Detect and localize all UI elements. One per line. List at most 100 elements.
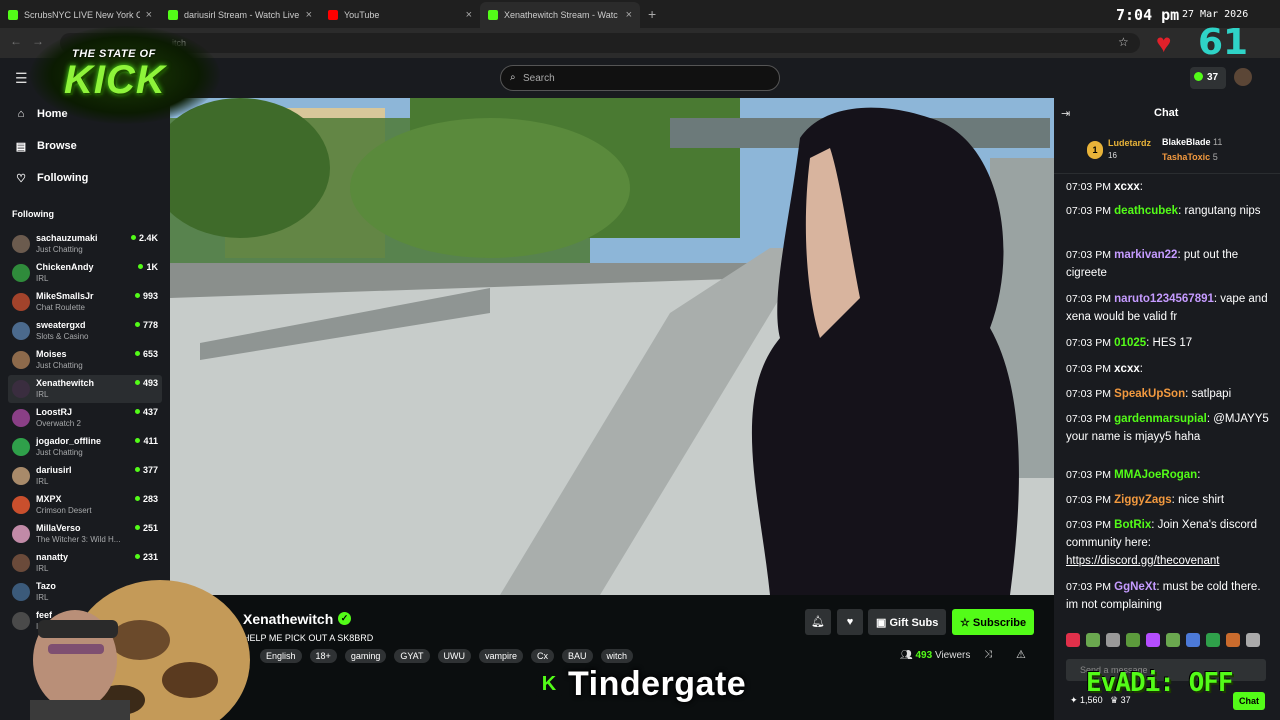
sidebar-item-following[interactable]: ♡ Following — [14, 168, 88, 188]
leader-name[interactable]: BlakeBlade 11 — [1162, 137, 1222, 147]
sidebar-channel-mxpx[interactable]: MXPX Crimson Desert 283 — [8, 491, 162, 519]
close-icon[interactable]: × — [306, 9, 312, 21]
channel-name: dariusirl — [36, 465, 72, 475]
message-user[interactable]: xcxx — [1114, 363, 1140, 375]
report-icon[interactable]: ⚠ — [1016, 648, 1026, 661]
close-icon[interactable]: × — [146, 9, 152, 21]
sidebar-channel-loostrj[interactable]: LoostRJ Overwatch 2 437 — [8, 404, 162, 432]
chat-header: ⇥ Chat — [1054, 98, 1280, 130]
following-heading: Following — [12, 209, 54, 219]
leader-name[interactable]: Ludetardz — [1108, 138, 1151, 148]
chat-message: 07:03 PM naruto1234567891: vape and xena… — [1066, 293, 1268, 323]
sidebar-channel-sachauzumaki[interactable]: sachauzumaki Just Chatting 2.4K — [8, 230, 162, 258]
stream-tag[interactable]: Cx — [531, 649, 555, 663]
clock-date: 27 Mar 2026 — [1182, 9, 1249, 20]
emote-icon[interactable] — [1106, 633, 1120, 647]
sidebar-channel-moises[interactable]: Moises Just Chatting 653 — [8, 346, 162, 374]
gift-subs-button[interactable]: ▣ Gift Subs — [868, 609, 946, 635]
sidebar-channel-millaverso[interactable]: MillaVerso The Witcher 3: Wild H... 251 — [8, 520, 162, 548]
live-dot-icon — [130, 235, 136, 240]
live-dot-icon — [134, 525, 140, 530]
emote-icon[interactable] — [1206, 633, 1220, 647]
avatar[interactable] — [1234, 68, 1252, 86]
message-user[interactable]: naruto1234567891 — [1114, 293, 1214, 305]
message-user[interactable]: GgNeXt — [1114, 581, 1156, 593]
stream-tag[interactable]: vampire — [479, 649, 524, 663]
notification-bell-button[interactable]: 🔔︎ — [805, 609, 831, 635]
sidebar-channel-xenathewitch[interactable]: Xenathewitch IRL 493 — [8, 375, 162, 403]
close-icon[interactable]: × — [626, 9, 632, 21]
sidebar-channel-dariusirl[interactable]: dariusirl IRL 377 — [8, 462, 162, 490]
message-user[interactable]: markivan22 — [1114, 249, 1177, 261]
url-field[interactable]: itch — [60, 33, 1140, 53]
kick-balance[interactable]: 37 — [1190, 67, 1226, 89]
channel-viewers: 493 — [134, 378, 158, 388]
search-input[interactable]: ⌕ Search — [500, 65, 780, 91]
message-user[interactable]: BotRix — [1114, 519, 1151, 531]
avatar — [12, 409, 30, 427]
emote-icon[interactable] — [1126, 633, 1140, 647]
stream-tag[interactable]: GYAT — [394, 649, 430, 663]
message-user[interactable]: deathcubek — [1114, 205, 1178, 217]
star-icon: ☆ — [960, 617, 973, 629]
message-text: satlpapi — [1191, 388, 1232, 400]
emote-icon[interactable] — [1226, 633, 1240, 647]
message-user[interactable]: MMAJoeRogan — [1114, 469, 1197, 481]
message-time: 07:03 PM — [1066, 494, 1111, 506]
video-player[interactable] — [170, 98, 1054, 595]
subscribe-button[interactable]: ☆ Subscribe — [952, 609, 1034, 635]
sidebar-item-browse[interactable]: ▤ Browse — [14, 136, 77, 156]
sidebar-channel-mikesmallsjr[interactable]: MikeSmallsJr Chat Roulette 993 — [8, 288, 162, 316]
message-user[interactable]: 01025 — [1114, 337, 1146, 349]
avatar — [12, 380, 30, 398]
message-user[interactable]: xcxx — [1114, 181, 1140, 193]
bookmark-star-icon[interactable]: ☆ — [1118, 35, 1129, 49]
browser-tab[interactable]: ScrubsNYC LIVE New York C × — [0, 2, 160, 28]
emote-icon[interactable] — [1166, 633, 1180, 647]
webcam-overlay — [0, 550, 290, 720]
stream-tag[interactable]: witch — [600, 649, 634, 663]
sidebar-channel-jogador_offline[interactable]: jogador_offline Just Chatting 411 — [8, 433, 162, 461]
message-time: 07:03 PM — [1066, 363, 1111, 375]
message-text: nice shirt — [1178, 494, 1225, 506]
share-icon[interactable]: ⤨ — [984, 649, 992, 660]
sidebar-channel-chickenandy[interactable]: ChickenAndy IRL 1K — [8, 259, 162, 287]
chat-message: 07:03 PM xcxx: — [1066, 181, 1143, 193]
emote-icon[interactable] — [1246, 633, 1260, 647]
follow-heart-button[interactable]: ♥ — [837, 609, 863, 635]
stream-tag[interactable]: BAU — [562, 649, 593, 663]
chat-send-button[interactable]: Chat — [1233, 692, 1265, 710]
stream-tag[interactable]: UWU — [437, 649, 472, 663]
message-time: 07:03 PM — [1066, 519, 1111, 531]
collapse-chat-icon[interactable]: ⇥ — [1061, 107, 1070, 120]
kick-icon — [168, 10, 178, 20]
browser-tab[interactable]: dariusirl Stream - Watch Live on × — [160, 2, 320, 28]
browser-tab-bar: ScrubsNYC LIVE New York C × dariusirl St… — [0, 0, 1280, 28]
avatar — [12, 264, 30, 282]
state-of-kick-logo: THE STATE OF KICK — [30, 26, 220, 124]
subscribe-label: Subscribe — [972, 617, 1027, 629]
message-user[interactable]: gardenmarsupial — [1114, 413, 1207, 425]
message-link[interactable]: https://discord.gg/thecovenant — [1066, 555, 1219, 567]
avatar — [12, 467, 30, 485]
browser-tab[interactable]: YouTube × — [320, 2, 480, 28]
live-dot-icon — [138, 264, 144, 269]
leader-name[interactable]: TashaToxic 5 — [1162, 152, 1218, 162]
close-icon[interactable]: × — [466, 9, 472, 21]
emote-icon[interactable] — [1086, 633, 1100, 647]
tab-title: Xenathewitch Stream - Watc — [504, 10, 618, 20]
menu-icon[interactable]: ☰ — [15, 70, 28, 87]
message-user[interactable]: SpeakUpSon — [1114, 388, 1185, 400]
live-dot-icon — [134, 351, 140, 356]
channel-category: Just Chatting — [36, 448, 83, 457]
clock-time: 7:04 pm — [1116, 6, 1180, 24]
stream-tag[interactable]: gaming — [344, 649, 387, 663]
emote-icon[interactable] — [1066, 633, 1080, 647]
message-user[interactable]: ZiggyZags — [1114, 494, 1172, 506]
new-tab-button[interactable]: + — [648, 6, 656, 22]
browser-tab-active[interactable]: Xenathewitch Stream - Watc × — [480, 2, 640, 28]
emote-icon[interactable] — [1186, 633, 1200, 647]
emote-icon[interactable] — [1146, 633, 1160, 647]
stream-tag[interactable]: 18+ — [309, 649, 337, 663]
sidebar-channel-sweatergxd[interactable]: sweatergxd Slots & Casino 778 — [8, 317, 162, 345]
